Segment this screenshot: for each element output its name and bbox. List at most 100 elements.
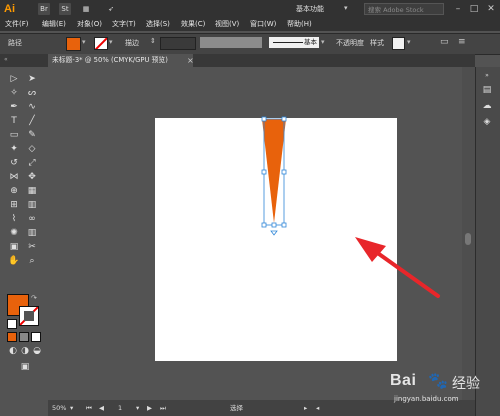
rotate-tool-icon[interactable]: ↺ <box>8 157 20 169</box>
properties-panel-icon[interactable]: ▤ <box>481 84 493 96</box>
arrange-documents-icon[interactable]: ▦ <box>80 3 92 15</box>
perspective-grid-tool-icon[interactable]: ▦ <box>26 185 38 197</box>
draw-behind-icon[interactable]: ◑ <box>19 345 31 357</box>
menu-effect[interactable]: 效果(C) <box>181 18 205 31</box>
eyedropper-tool-icon[interactable]: ⌇ <box>8 213 20 225</box>
brush-dropdown-icon[interactable]: ▾ <box>321 38 328 47</box>
menu-file[interactable]: 文件(F) <box>5 18 29 31</box>
draw-normal-icon[interactable]: ◐ <box>7 345 19 357</box>
draw-inside-icon[interactable]: ◒ <box>31 345 43 357</box>
artboard-tool-icon[interactable]: ▣ <box>8 241 20 253</box>
menu-select[interactable]: 选择(S) <box>146 18 170 31</box>
bridge-icon[interactable]: Br <box>38 3 50 15</box>
width-tool-icon[interactable]: ⋈ <box>8 171 20 183</box>
zoom-level[interactable]: 50% <box>52 403 66 413</box>
blend-tool-icon[interactable]: ∞ <box>26 213 38 225</box>
shape-builder-tool-icon[interactable]: ⊕ <box>8 185 20 197</box>
menu-window[interactable]: 窗口(W) <box>250 18 276 31</box>
slice-tool-icon[interactable]: ✂ <box>26 241 38 253</box>
gpu-rocket-icon[interactable]: ➶ <box>105 3 117 15</box>
swap-fill-stroke-icon[interactable]: ↷ <box>31 294 37 302</box>
shaper-tool-icon[interactable]: ✦ <box>8 143 20 155</box>
column-graph-tool-icon[interactable]: ▥ <box>26 227 38 239</box>
gradient-mode-icon[interactable] <box>19 332 29 342</box>
rectangle-tool-icon[interactable]: ▭ <box>8 129 20 141</box>
direct-selection-tool-icon[interactable]: ➤ <box>26 73 38 85</box>
fill-dropdown-icon[interactable]: ▾ <box>82 38 89 47</box>
object-type-label: 路径 <box>8 39 22 47</box>
gradient-tool-icon[interactable]: ▥ <box>26 199 38 211</box>
current-tool-status: 选择 <box>230 404 243 412</box>
stroke-box[interactable] <box>19 306 39 326</box>
mesh-tool-icon[interactable]: ⊞ <box>8 199 20 211</box>
stroke-label[interactable]: 描边 <box>125 38 139 48</box>
style-dropdown-icon[interactable]: ▾ <box>407 38 414 47</box>
menu-view[interactable]: 视图(V) <box>215 18 239 31</box>
first-artboard-icon[interactable]: ⏮ <box>86 403 92 413</box>
brush-profile-label: 基本 <box>304 38 317 46</box>
watermark-url: jingyan.baidu.com <box>394 395 459 403</box>
last-artboard-icon[interactable]: ⏭ <box>160 403 166 413</box>
menu-edit[interactable]: 编辑(E) <box>42 18 66 31</box>
menu-type[interactable]: 文字(T) <box>112 18 136 31</box>
layers-panel-icon[interactable]: ◈ <box>481 116 493 128</box>
scale-tool-icon[interactable]: ⤢ <box>26 157 38 169</box>
lasso-tool-icon[interactable]: ᔕ <box>26 87 38 99</box>
illustrator-logo: Ai <box>4 3 15 15</box>
default-colors-icon[interactable] <box>7 319 17 329</box>
artboard-number[interactable]: 1 <box>118 403 122 413</box>
watermark-brand: Bai <box>390 372 417 389</box>
panel-collapse-icon[interactable]: « <box>4 56 8 63</box>
magic-wand-tool-icon[interactable]: ✧ <box>8 87 20 99</box>
opacity-label[interactable]: 不透明度 <box>336 38 364 48</box>
brush-definition-dropdown[interactable]: 基本 <box>269 37 319 48</box>
stroke-dropdown-icon[interactable]: ▾ <box>109 38 116 47</box>
workspace-chevron-icon[interactable]: ▾ <box>344 4 348 12</box>
zoom-dropdown-icon[interactable]: ▾ <box>70 403 73 413</box>
control-menu-icon[interactable]: ≡ <box>458 37 466 47</box>
scroll-left-icon[interactable]: ◂ <box>316 403 319 413</box>
eraser-tool-icon[interactable]: ◇ <box>26 143 38 155</box>
document-setup-icon[interactable]: ▭ <box>440 37 449 47</box>
stroke-weight-input[interactable] <box>160 37 196 50</box>
stock-search-input[interactable]: 搜索 Adobe Stock <box>364 3 444 15</box>
paintbrush-tool-icon[interactable]: ✎ <box>26 129 38 141</box>
tab-close-icon[interactable]: × <box>187 54 195 67</box>
libraries-panel-icon[interactable]: ☁ <box>481 100 493 112</box>
maximize-button[interactable]: □ <box>467 2 481 16</box>
style-label: 样式 <box>370 39 384 47</box>
next-artboard-icon[interactable]: ▶ <box>147 403 152 413</box>
status-arrow-icon[interactable]: ▸ <box>304 403 307 413</box>
pen-tool-icon[interactable]: ✒ <box>8 101 20 113</box>
curvature-tool-icon[interactable]: ∿ <box>26 101 38 113</box>
baidu-watermark: Bai 🐾 经验 jingyan.baidu.com <box>390 371 495 412</box>
artboard-dropdown-icon[interactable]: ▾ <box>136 403 139 413</box>
selection-tool-icon[interactable]: ▷ <box>8 73 20 85</box>
puppet-warp-tool-icon[interactable]: ✥ <box>26 171 38 183</box>
menu-help[interactable]: 帮助(H) <box>287 18 312 31</box>
artboard[interactable] <box>155 118 397 361</box>
close-button[interactable]: ✕ <box>484 2 498 16</box>
watermark-suffix: 经验 <box>452 376 480 392</box>
stock-icon[interactable]: St <box>59 3 71 15</box>
previous-artboard-icon[interactable]: ◀ <box>99 403 104 413</box>
symbol-sprayer-tool-icon[interactable]: ✺ <box>8 227 20 239</box>
menu-object[interactable]: 对象(O) <box>77 18 102 31</box>
fill-color-swatch[interactable] <box>66 37 81 51</box>
screen-mode-icon[interactable]: ▣ <box>19 361 31 373</box>
graphic-style-swatch[interactable] <box>392 37 405 50</box>
paw-logo-icon: 🐾 <box>428 371 448 390</box>
variable-width-profile[interactable] <box>200 37 262 48</box>
vertical-scroll-thumb[interactable] <box>465 233 471 245</box>
dock-collapse-icon[interactable]: » <box>481 70 493 82</box>
tab-document[interactable]: 未标题-3* @ 50% (CMYK/GPU 预览) <box>48 54 193 67</box>
none-mode-icon[interactable] <box>31 332 41 342</box>
stroke-color-swatch[interactable] <box>94 37 108 50</box>
hand-tool-icon[interactable]: ✋ <box>8 255 20 267</box>
color-mode-icon[interactable] <box>7 332 17 342</box>
zoom-tool-icon[interactable]: ⌕ <box>26 255 38 267</box>
stroke-weight-stepper-icon[interactable]: ⇕ <box>150 37 156 45</box>
line-tool-icon[interactable]: ╱ <box>26 115 38 127</box>
minimize-button[interactable]: – <box>451 2 465 16</box>
type-tool-icon[interactable]: T <box>8 115 20 127</box>
